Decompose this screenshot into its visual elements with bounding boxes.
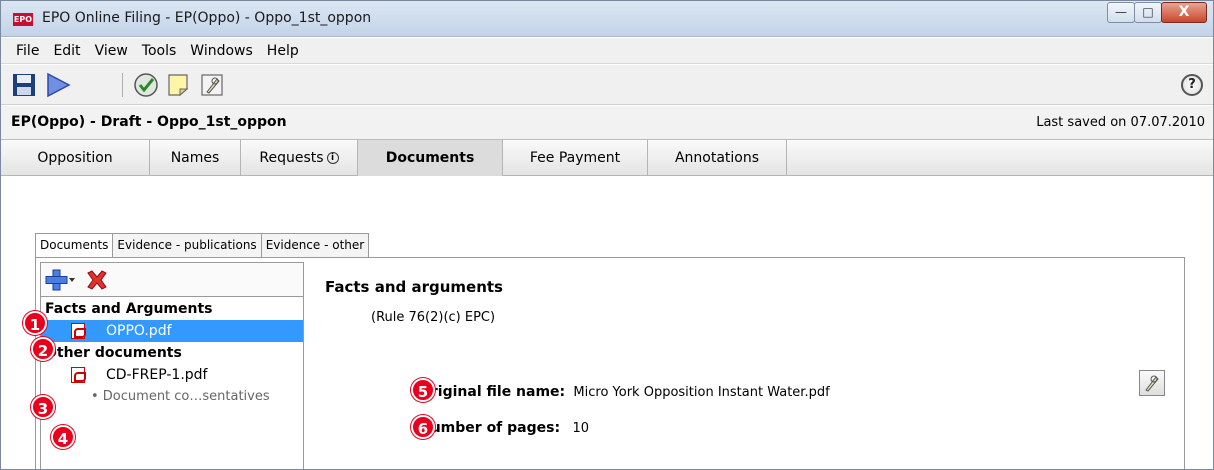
- original-file-name-value: Micro York Opposition Instant Water.pdf: [573, 385, 830, 400]
- minimize-button[interactable]: —: [1107, 2, 1135, 23]
- document-header: EP(Oppo) - Draft - Oppo_1st_oppon Last s…: [1, 106, 1213, 140]
- file-name: CD-FREP-1.pdf: [106, 367, 208, 383]
- callout-badge-1: 1: [23, 311, 47, 335]
- tab-label: Documents: [385, 150, 475, 166]
- tab-label: Names: [170, 150, 220, 166]
- number-of-pages-row: Number of pages: 10: [419, 420, 589, 436]
- number-of-pages-value: 10: [572, 421, 590, 436]
- tree-subitem-document-description[interactable]: • Document co…sentatives: [41, 386, 303, 408]
- tree-group-other-documents[interactable]: Other documents: [41, 342, 303, 364]
- document-tree: Facts and Arguments OPPO.pdf Other docum…: [41, 298, 303, 408]
- last-saved-text: Last saved on 07.07.2010: [1036, 115, 1205, 130]
- documents-content: Documents Evidence - publications Eviden…: [1, 177, 1213, 469]
- document-title: EP(Oppo) - Draft - Oppo_1st_oppon: [11, 114, 287, 130]
- title-bar[interactable]: EPO EPO Online Filing - EP(Oppo) - Oppo_…: [1, 1, 1213, 37]
- menu-edit[interactable]: Edit: [46, 43, 87, 59]
- subtab-evidence-publications[interactable]: Evidence - publications: [112, 233, 262, 257]
- menu-file[interactable]: File: [9, 43, 46, 59]
- callout-badge-6: 6: [411, 415, 435, 439]
- tree-item-oppo-pdf[interactable]: OPPO.pdf: [41, 320, 303, 342]
- tab-fee-payment[interactable]: Fee Payment: [503, 140, 648, 176]
- callout-badge-4: 4: [51, 425, 75, 449]
- document-details: Facts and arguments (Rule 76(2)(c) EPC) …: [325, 258, 1185, 469]
- menu-bar: File Edit View Tools Windows Help: [1, 38, 1213, 64]
- details-title: Facts and arguments: [325, 278, 503, 296]
- validate-icon[interactable]: [133, 72, 159, 98]
- tab-label: Annotations: [674, 150, 760, 166]
- send-icon[interactable]: [45, 72, 71, 98]
- window-controls: — □ X: [1107, 2, 1207, 24]
- tab-label: Fee Payment: [529, 150, 621, 166]
- tab-documents[interactable]: Documents: [358, 140, 503, 176]
- toolbar-separator: [122, 73, 123, 97]
- file-name: OPPO.pdf: [106, 323, 172, 339]
- sub-tabs: Documents Evidence - publications Eviden…: [35, 233, 370, 258]
- app-window: EPO EPO Online Filing - EP(Oppo) - Oppo_…: [0, 0, 1214, 470]
- toolbar: ?: [1, 65, 1213, 105]
- document-description: • Document co…sentatives: [91, 389, 270, 404]
- tab-label: Requests: [259, 150, 324, 166]
- pdf-icon: [71, 323, 86, 339]
- add-document-icon[interactable]: [45, 268, 77, 292]
- original-file-name-label: Original file name:: [419, 384, 566, 400]
- tab-label: Opposition: [37, 150, 113, 166]
- minimize-icon: —: [1115, 5, 1127, 19]
- menu-windows[interactable]: Windows: [183, 43, 260, 59]
- main-tabs: Opposition Names Requests i Documents Fee…: [1, 140, 1213, 176]
- documents-panel: Facts and Arguments OPPO.pdf Other docum…: [35, 257, 1185, 469]
- rule-reference: (Rule 76(2)(c) EPC): [371, 310, 496, 325]
- note-icon[interactable]: [165, 72, 191, 98]
- callout-badge-2: 2: [31, 337, 55, 361]
- save-icon[interactable]: [11, 72, 37, 98]
- window-title: EPO Online Filing - EP(Oppo) - Oppo_1st_…: [42, 10, 372, 26]
- subtab-evidence-other[interactable]: Evidence - other: [260, 233, 370, 257]
- callout-badge-3: 3: [31, 395, 55, 419]
- maximize-button[interactable]: □: [1134, 2, 1162, 23]
- edit-document-button[interactable]: [1139, 370, 1165, 396]
- sign-edit-icon: [1145, 375, 1159, 392]
- original-file-name-row: Original file name: Micro York Oppositio…: [419, 384, 830, 400]
- info-icon: i: [326, 152, 339, 164]
- maximize-icon: □: [1142, 5, 1154, 19]
- tab-opposition[interactable]: Opposition: [1, 140, 150, 176]
- sign-icon[interactable]: [199, 72, 225, 98]
- document-tree-pane: Facts and Arguments OPPO.pdf Other docum…: [40, 262, 304, 469]
- tree-toolbar: [41, 263, 303, 297]
- pdf-icon: [71, 367, 86, 383]
- tree-group-facts-and-arguments[interactable]: Facts and Arguments: [41, 298, 303, 320]
- menu-help[interactable]: Help: [260, 43, 306, 59]
- menu-tools[interactable]: Tools: [135, 43, 184, 59]
- delete-document-icon[interactable]: [85, 269, 109, 291]
- callout-badge-5: 5: [411, 378, 435, 402]
- close-button[interactable]: X: [1161, 2, 1207, 23]
- menu-view[interactable]: View: [88, 43, 135, 59]
- tab-names[interactable]: Names: [150, 140, 241, 176]
- tree-item-cd-frep-pdf[interactable]: CD-FREP-1.pdf: [41, 364, 303, 386]
- subtab-documents[interactable]: Documents: [35, 233, 114, 258]
- number-of-pages-label: Number of pages:: [419, 420, 561, 436]
- tab-annotations[interactable]: Annotations: [648, 140, 787, 176]
- close-icon: X: [1178, 4, 1190, 20]
- tab-requests[interactable]: Requests i: [241, 140, 358, 176]
- epo-app-icon: EPO: [13, 13, 33, 26]
- help-icon[interactable]: ?: [1181, 74, 1203, 96]
